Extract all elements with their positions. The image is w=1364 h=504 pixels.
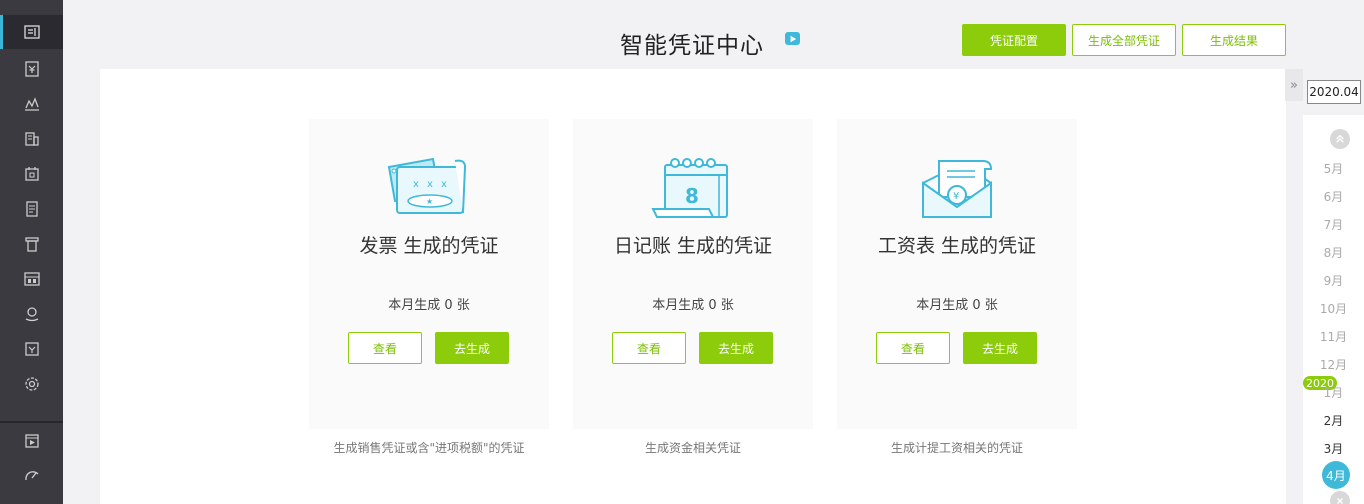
nav-document-list[interactable] xyxy=(0,15,63,49)
nav-invoice[interactable] xyxy=(0,227,63,261)
double-chevron-right-icon: » xyxy=(1290,77,1298,93)
nav-tax-form[interactable] xyxy=(0,332,63,366)
generate-button[interactable]: 去生成 xyxy=(435,332,509,364)
voucher-config-button[interactable]: 凭证配置 xyxy=(962,24,1066,56)
scroll-down-button[interactable] xyxy=(1330,491,1350,504)
building-icon xyxy=(24,132,39,146)
view-button[interactable]: 查看 xyxy=(348,332,422,364)
calendar-icon xyxy=(24,167,39,181)
nav-settings[interactable] xyxy=(0,367,63,401)
close-icon xyxy=(1337,498,1343,504)
ledger-icon xyxy=(25,201,38,217)
report-icon xyxy=(23,272,40,286)
salary-envelope-icon: ¥ xyxy=(922,160,993,218)
card-count: 本月生成 0 张 xyxy=(388,298,470,313)
month-item[interactable]: 3月 xyxy=(1303,440,1364,457)
card-title: 工资表 生成的凭证 xyxy=(877,235,1037,257)
nav-calendar[interactable] xyxy=(0,157,63,191)
video-tutorial-icon xyxy=(24,434,39,448)
tax-form-icon xyxy=(24,342,39,356)
invoice-voucher-card: x x x ★ 发票 生成的凭证 本月生成 0 张 查看 去生成 xyxy=(309,119,549,429)
generate-button[interactable]: 去生成 xyxy=(699,332,773,364)
nav-divider xyxy=(0,421,63,423)
journal-voucher-card: 8 日记账 生成的凭证 本月生成 0 张 查看 去生成 xyxy=(573,119,813,429)
view-button[interactable]: 查看 xyxy=(876,332,950,364)
settings-icon xyxy=(24,377,39,391)
yen-voucher-icon xyxy=(24,61,39,77)
page-title: 智能凭证中心 xyxy=(620,33,764,59)
nav-video-tutorial[interactable] xyxy=(0,424,63,458)
view-button[interactable]: 查看 xyxy=(612,332,686,364)
speed-gauge-icon xyxy=(24,471,39,481)
svg-text:x: x xyxy=(413,179,419,190)
period-picker: 2020.04 5月 6月 7月 8月 9月 10月 11月 12月 2020 … xyxy=(1303,69,1364,504)
generate-all-vouchers-button[interactable]: 生成全部凭证 xyxy=(1072,24,1176,56)
month-item[interactable]: 10月 xyxy=(1303,300,1364,317)
stamp-icon xyxy=(25,307,38,322)
video-play-icon[interactable] xyxy=(785,32,800,45)
svg-text:★: ★ xyxy=(426,197,433,206)
month-item[interactable]: 5月 xyxy=(1303,160,1364,177)
month-item[interactable]: 12月 xyxy=(1303,356,1364,373)
nav-stamp[interactable] xyxy=(0,297,63,331)
invoice-card-description: 生成销售凭证或含"进项税额"的凭证 xyxy=(333,441,525,455)
month-item[interactable]: 2月 xyxy=(1303,412,1364,429)
line-chart-icon xyxy=(24,97,39,111)
svg-text:8: 8 xyxy=(685,184,699,208)
scroll-up-button[interactable] xyxy=(1330,129,1350,149)
nav-building[interactable] xyxy=(0,122,63,156)
generate-button[interactable]: 去生成 xyxy=(963,332,1037,364)
journal-notebook-icon: 8 xyxy=(651,158,728,218)
salary-voucher-card: ¥ 工资表 生成的凭证 本月生成 0 张 查看 去生成 xyxy=(837,119,1077,429)
month-item[interactable]: 8月 xyxy=(1303,244,1364,261)
nav-chart[interactable] xyxy=(0,87,63,121)
svg-text:¥: ¥ xyxy=(953,191,959,202)
invoice-icon xyxy=(24,237,39,252)
nav-voucher[interactable] xyxy=(0,52,63,86)
card-count: 本月生成 0 张 xyxy=(916,298,998,313)
svg-text:x: x xyxy=(441,179,447,190)
salary-card-description: 生成计提工资相关的凭证 xyxy=(890,441,1023,455)
nav-speed-gauge[interactable] xyxy=(0,458,63,492)
month-item[interactable]: 1月 xyxy=(1303,384,1364,401)
month-item[interactable]: 6月 xyxy=(1303,188,1364,205)
svg-text:x: x xyxy=(427,179,433,190)
card-count: 本月生成 0 张 xyxy=(652,298,734,313)
card-title: 日记账 生成的凭证 xyxy=(613,235,773,257)
main-panel: x x x ★ 发票 生成的凭证 本月生成 0 张 查看 去生成 生成销售凭证或… xyxy=(100,69,1286,504)
double-chevron-up-icon xyxy=(1336,134,1344,143)
generation-results-button[interactable]: 生成结果 xyxy=(1182,24,1286,56)
invoice-ticket-icon: x x x ★ xyxy=(387,157,467,214)
left-navigation xyxy=(0,0,63,504)
period-input[interactable]: 2020.04 xyxy=(1307,80,1361,104)
month-item[interactable]: 11月 xyxy=(1303,328,1364,345)
collapse-panel-button[interactable]: » xyxy=(1285,69,1303,101)
nav-ledger[interactable] xyxy=(0,192,63,226)
selected-month[interactable]: 4月 xyxy=(1322,461,1350,489)
document-list-icon xyxy=(23,25,40,39)
journal-card-description: 生成资金相关凭证 xyxy=(644,441,741,455)
month-item[interactable]: 9月 xyxy=(1303,272,1364,289)
card-title: 发票 生成的凭证 xyxy=(359,235,499,257)
month-item[interactable]: 7月 xyxy=(1303,216,1364,233)
nav-report[interactable] xyxy=(0,262,63,296)
